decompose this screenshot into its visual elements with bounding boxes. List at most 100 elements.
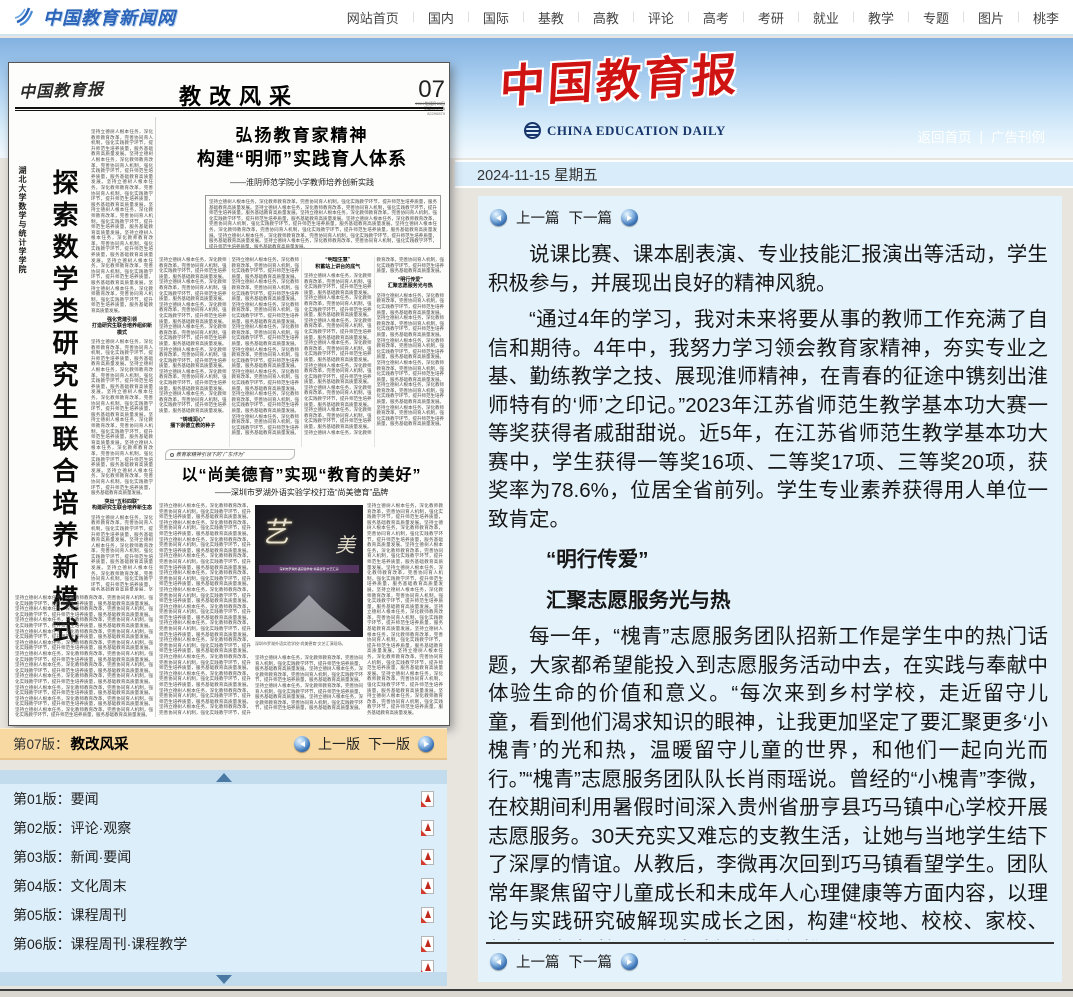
scroll-down-icon [216, 975, 232, 984]
edition-list-item-6[interactable]: 第06版：课程周刊·课程教学 [0, 929, 447, 958]
nav-item-photos[interactable]: 图片 [978, 8, 1004, 27]
nav-separator: ｜ [958, 9, 969, 25]
article2-dek: ——深圳市罗湖外语实验学校打造“尚美德育”品牌 [159, 487, 444, 498]
nav-item-home[interactable]: 网站首页 [347, 8, 399, 27]
article1-dek: ——淮阴师范学院小学教师培养创新实践 [159, 177, 445, 188]
date-bar: 2024-11-15 星期五 [455, 160, 1073, 188]
pdf-icon[interactable] [421, 878, 434, 894]
site-logo-text: 中国教育新闻网 [43, 4, 176, 30]
edition-list-label: 第01版：要闻 [13, 789, 99, 809]
article2-photo: 艺 美 深圳市罗湖外语实验学校“尚美德育”文艺汇演 [255, 505, 363, 637]
pdf-icon[interactable] [421, 791, 434, 807]
article1-col-subhead-2: “明理生慧” 积蓄站上讲台的底气 [304, 257, 372, 270]
nav-separator: ｜ [408, 9, 419, 25]
nav-separator: ｜ [518, 9, 529, 25]
edition-list-item-5[interactable]: 第05版：课程周刊 [0, 900, 447, 929]
next-edition-button[interactable]: 下一版 [368, 734, 410, 754]
left-article-body-bottom: 坚持立德树人根本任务，深化教师教育改革，完善协同育人机制，强化实践教学环节，提升… [15, 595, 153, 717]
nav-item-higher-ed[interactable]: 高教 [593, 8, 619, 27]
article1-headline-line1[interactable]: 弘扬教育家精神 [159, 121, 445, 146]
edition-list-panel: 第01版：要闻 第02版：评论·观察 第03版：新闻·要闻 第04版：文化周末 … [0, 770, 447, 986]
date-text: 2024-11-15 星期五 [477, 164, 598, 185]
nav-separator: ｜ [683, 9, 694, 25]
edition-nav: 上一版 下一版 [294, 734, 434, 754]
article-body: 说课比赛、课本剧表演、专业技能汇报演出等活动，学生积极参与，并展现出良好的精神风… [478, 233, 1062, 940]
next-article-button-top[interactable]: 下一篇 [569, 207, 613, 228]
edition-label: 第07版：教改风采 [13, 733, 129, 754]
masthead-rule [15, 107, 443, 111]
next-article-button-bottom[interactable]: 下一篇 [569, 951, 613, 972]
next-article-icon-top[interactable] [621, 209, 638, 226]
site-logo-icon [14, 6, 36, 28]
pdf-icon[interactable] [421, 960, 434, 972]
nav-item-taoli[interactable]: 桃李 [1033, 8, 1059, 27]
pdf-icon[interactable] [421, 849, 434, 865]
article-subhead-quote: “明行传爱” [488, 546, 1048, 575]
article-subhead-line: 汇聚志愿服务光与热 [488, 587, 1048, 616]
nav-separator: ｜ [738, 9, 749, 25]
article2-body-right: 坚持立德树人根本任务，深化教师教育改革，完善协同育人机制，强化实践教学环节，提升… [367, 503, 443, 715]
edition-bar: 第07版：教改风采 上一版 下一版 [0, 728, 447, 760]
nav-separator: ｜ [573, 9, 584, 25]
prev-article-icon-bottom[interactable] [490, 953, 507, 970]
article1-headline-line2[interactable]: 构建“明师”实践育人体系 [159, 145, 445, 171]
article-nav-bottom: 上一篇 下一篇 [478, 944, 1062, 982]
edition-page-label: 第07版： [13, 737, 69, 752]
pdf-icon[interactable] [421, 820, 434, 836]
nav-separator: ｜ [628, 9, 639, 25]
pdf-icon[interactable] [421, 907, 434, 923]
site-logo[interactable]: 中国教育新闻网 [14, 4, 176, 30]
next-article-icon-bottom[interactable] [621, 953, 638, 970]
nav-separator: ｜ [463, 9, 474, 25]
prev-article-button-top[interactable]: 上一篇 [516, 207, 560, 228]
nav-item-domestic[interactable]: 国内 [428, 8, 454, 27]
nav-item-international[interactable]: 国际 [483, 8, 509, 27]
brand-logo-icon [524, 122, 541, 139]
prev-article-icon-top[interactable] [490, 209, 507, 226]
top-nav-links: 网站首页 ｜ 国内 ｜ 国际 ｜ 基教 ｜ 高教 ｜ 评论 ｜ 高考 ｜ 考研 … [347, 8, 1059, 27]
article-panel: 上一篇 下一篇 说课比赛、课本剧表演、专业技能汇报演出等活动，学生积极参与，并展… [478, 196, 1062, 982]
edition-list-label: 第03版：新闻·要闻 [13, 847, 131, 867]
nav-item-teaching[interactable]: 教学 [868, 8, 894, 27]
article1-col-subhead-1: “铸魂润心” 播下崇德立教的种子 [159, 417, 227, 430]
edition-list-item-3[interactable]: 第03版：新闻·要闻 [0, 842, 447, 871]
prev-edition-icon[interactable] [294, 736, 310, 752]
article2-headline[interactable]: 以“尚美德育”实现“教育的美好” [159, 461, 444, 485]
magnifier-icon [170, 453, 174, 457]
brand-logo-en: CHINA EDUCATION DAILY [524, 122, 726, 139]
edition-list-item-4[interactable]: 第04版：文化周末 [0, 871, 447, 900]
article-paragraph-1: 说课比赛、课本剧表演、专业技能汇报演出等活动，学生积极参与，并展现出良好的精神风… [488, 241, 1048, 298]
prev-article-button-bottom[interactable]: 上一篇 [516, 951, 560, 972]
nav-item-basic-ed[interactable]: 基教 [538, 8, 564, 27]
article-paragraph-3: 每一年，“槐青”志愿服务团队招新工作是学生中的热门话题，大家都希望能投入到志愿服… [488, 623, 1048, 940]
article2-tag-text: 教育家精神引领下的“广东作为” [176, 451, 244, 458]
edition-list-item-1[interactable]: 第01版：要闻 [0, 784, 447, 813]
edition-list-item-partial[interactable] [0, 958, 447, 972]
scroll-up-strip[interactable] [0, 770, 447, 784]
nav-item-topics[interactable]: 专题 [923, 8, 949, 27]
brand-logo-en-text: CHINA EDUCATION DAILY [547, 123, 726, 139]
pdf-icon[interactable] [421, 936, 434, 952]
nav-item-kaoyan[interactable]: 考研 [758, 8, 784, 27]
brand-logo-cn: 中国教育报 [498, 38, 741, 116]
footer-background [0, 991, 1073, 997]
article-paragraph-2: “通过4年的学习，我对未来将要从事的教师工作充满了自信和期待。4年中，我努力学习… [488, 306, 1048, 534]
nav-item-comment[interactable]: 评论 [648, 8, 674, 27]
newspaper-page-number: 07 [418, 79, 445, 101]
edition-list-item-2[interactable]: 第02版：评论·观察 [0, 813, 447, 842]
nav-item-jobs[interactable]: 就业 [813, 8, 839, 27]
scroll-down-strip[interactable] [0, 972, 447, 986]
article1-intro-box: 坚持立德树人根本任务，深化教师教育改革，完善协同育人机制，强化实践教学环节，提升… [205, 195, 441, 249]
nav-item-gaokao[interactable]: 高考 [703, 8, 729, 27]
article2-photo-caption: 深圳市罗湖外语实验学校“尚美德育”文艺汇演现场。 [255, 641, 363, 646]
photo-calligraphy-right: 美 [335, 529, 355, 558]
next-edition-icon[interactable] [418, 736, 434, 752]
ad-rates-link[interactable]: 广告刊例 [991, 126, 1045, 146]
left-article-headline[interactable]: 探索数学类研究生联合培养新模式 [43, 169, 85, 661]
article2-body-below-photo: 坚持立德树人根本任务，深化教师教育改革，完善协同育人机制，强化实践教学环节，提升… [255, 655, 363, 713]
left-article-subhead-2: 突出“五科四联” 构建研究生联合培养新生态 [91, 499, 153, 512]
back-home-link[interactable]: 返回首页 [917, 126, 971, 146]
scroll-up-icon [216, 773, 232, 782]
newspaper-preview[interactable]: 中国教育报 教改风采 2024年11月15日 星期五 广告 电话：010-822… [8, 62, 450, 726]
prev-edition-button[interactable]: 上一版 [318, 734, 360, 754]
